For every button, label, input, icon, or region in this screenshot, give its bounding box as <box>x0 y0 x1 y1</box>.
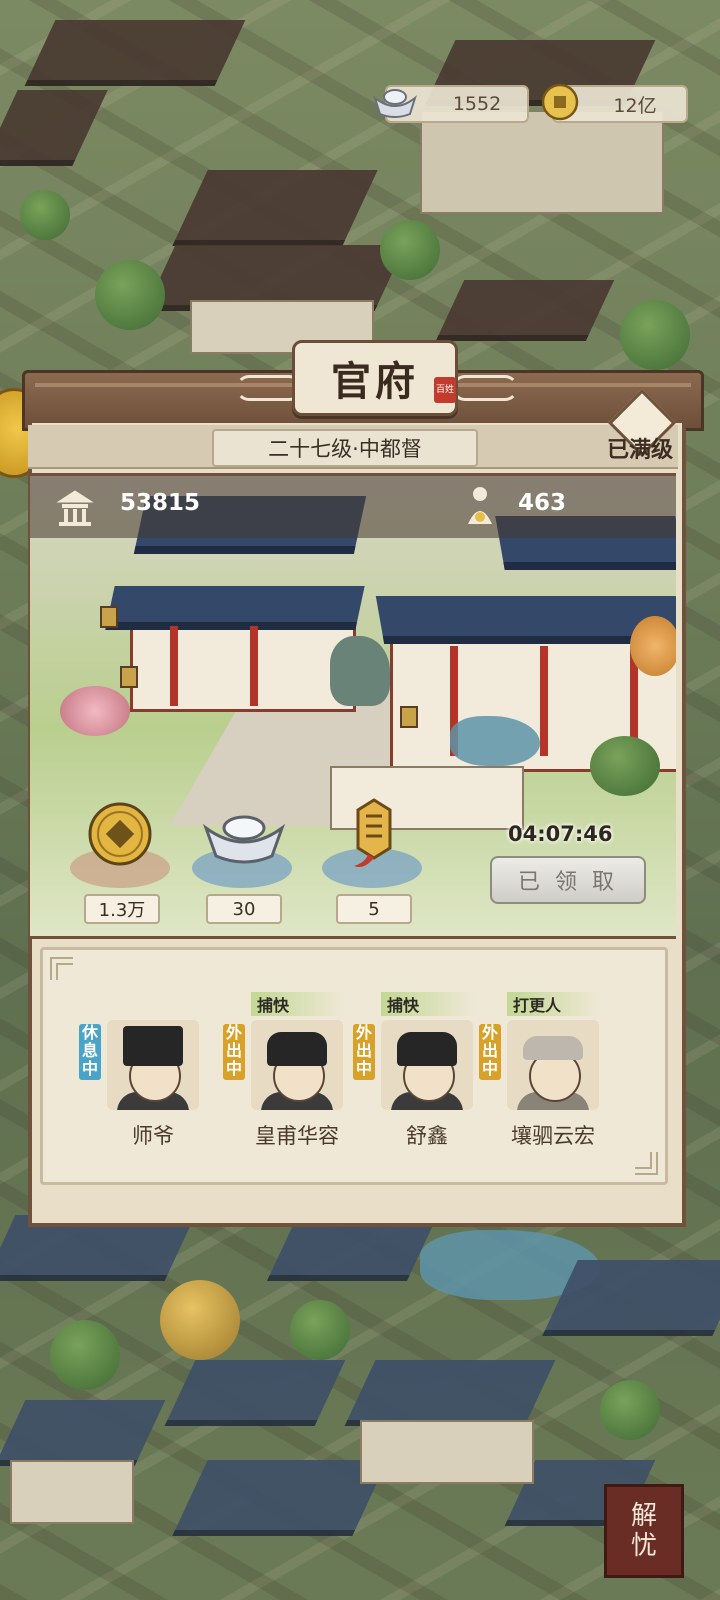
stats-bar: 53815 463 <box>30 476 676 538</box>
staff-member[interactable]: 捕快 外出中 舒鑫 <box>353 992 477 1160</box>
level-text: 二十七级·中都督 <box>268 437 422 461</box>
copper-coin-icon <box>88 802 152 866</box>
jieyou-button[interactable]: 解 忧 <box>604 1484 684 1578</box>
prestige-value: 53815 <box>120 490 201 516</box>
reward-token-amount: 5 <box>336 894 412 924</box>
staff-member[interactable]: 捕快 外出中 皇甫华容 <box>223 992 347 1160</box>
avatar <box>251 1020 343 1110</box>
staff-member[interactable]: 打更人 外出中 壤驷云宏 <box>479 992 603 1160</box>
panel-title: 官府 <box>292 340 458 416</box>
garden-rock <box>330 636 390 706</box>
silver-ingot-icon <box>373 89 417 118</box>
staff-name: 壤驷云宏 <box>511 1124 595 1148</box>
reward-silver-amount: 30 <box>206 894 282 924</box>
garden-pond <box>450 716 540 766</box>
reward-token[interactable]: 5 <box>322 796 432 926</box>
reward-coins[interactable]: 1.3万 <box>70 796 180 926</box>
left-hall-lower-roof <box>105 586 365 630</box>
max-level-badge: 已满级 <box>606 438 673 463</box>
reward-timer: 04:07:46 <box>508 822 613 846</box>
staff-role: 捕快 <box>381 992 477 1016</box>
staff-box: 休息中 师爷 捕快 外出中 皇甫华容 捕快 外出中 舒鑫 打更人 外 出 中 壤… <box>40 947 668 1185</box>
corner-ornament-icon <box>635 1152 658 1175</box>
reward-silver[interactable]: 30 <box>192 796 302 926</box>
jieyou-label-1: 解 <box>630 1501 657 1531</box>
claimed-button[interactable]: 已 领 取 <box>490 856 646 904</box>
status-tag: 外出中 <box>479 1024 501 1080</box>
avatar <box>507 1020 599 1110</box>
staff-name: 师爷 <box>132 1124 174 1148</box>
cloud-ornament-right <box>452 375 518 401</box>
staff-role: 捕快 <box>251 992 347 1016</box>
staff-role: 打更人 <box>507 992 603 1016</box>
building-scene: 53815 463 1.3万 30 5 04:07:46 已 领 取 <box>30 473 676 939</box>
staff-member[interactable]: 休息中 师爷 <box>79 1010 199 1160</box>
population-value: 463 <box>518 490 567 516</box>
avatar <box>107 1020 199 1110</box>
avatar <box>381 1020 473 1110</box>
jieyou-label-2: 忧 <box>630 1531 657 1561</box>
token-plaque-icon <box>354 798 392 867</box>
government-office-panel: 官府 百姓 二十七级·中都督 已满级 53815 463 1.3万 30 5 0… <box>22 340 704 1227</box>
status-tag: 外出中 <box>353 1024 375 1080</box>
pavilion-icon <box>56 490 94 526</box>
coin-amount: 12亿 <box>613 94 657 117</box>
corner-ornament-icon <box>50 957 73 980</box>
status-tag: 外出中 <box>223 1024 245 1080</box>
copper-coin-icon <box>541 83 579 121</box>
population-icon <box>468 487 492 524</box>
status-tag: 休息中 <box>79 1024 101 1080</box>
silver-amount: 1552 <box>452 93 502 115</box>
title-stamp: 百姓 <box>434 377 456 403</box>
reward-coins-amount: 1.3万 <box>84 894 160 924</box>
silver-ingot-icon <box>202 815 286 864</box>
level-plaque: 二十七级·中都督 <box>212 429 478 467</box>
